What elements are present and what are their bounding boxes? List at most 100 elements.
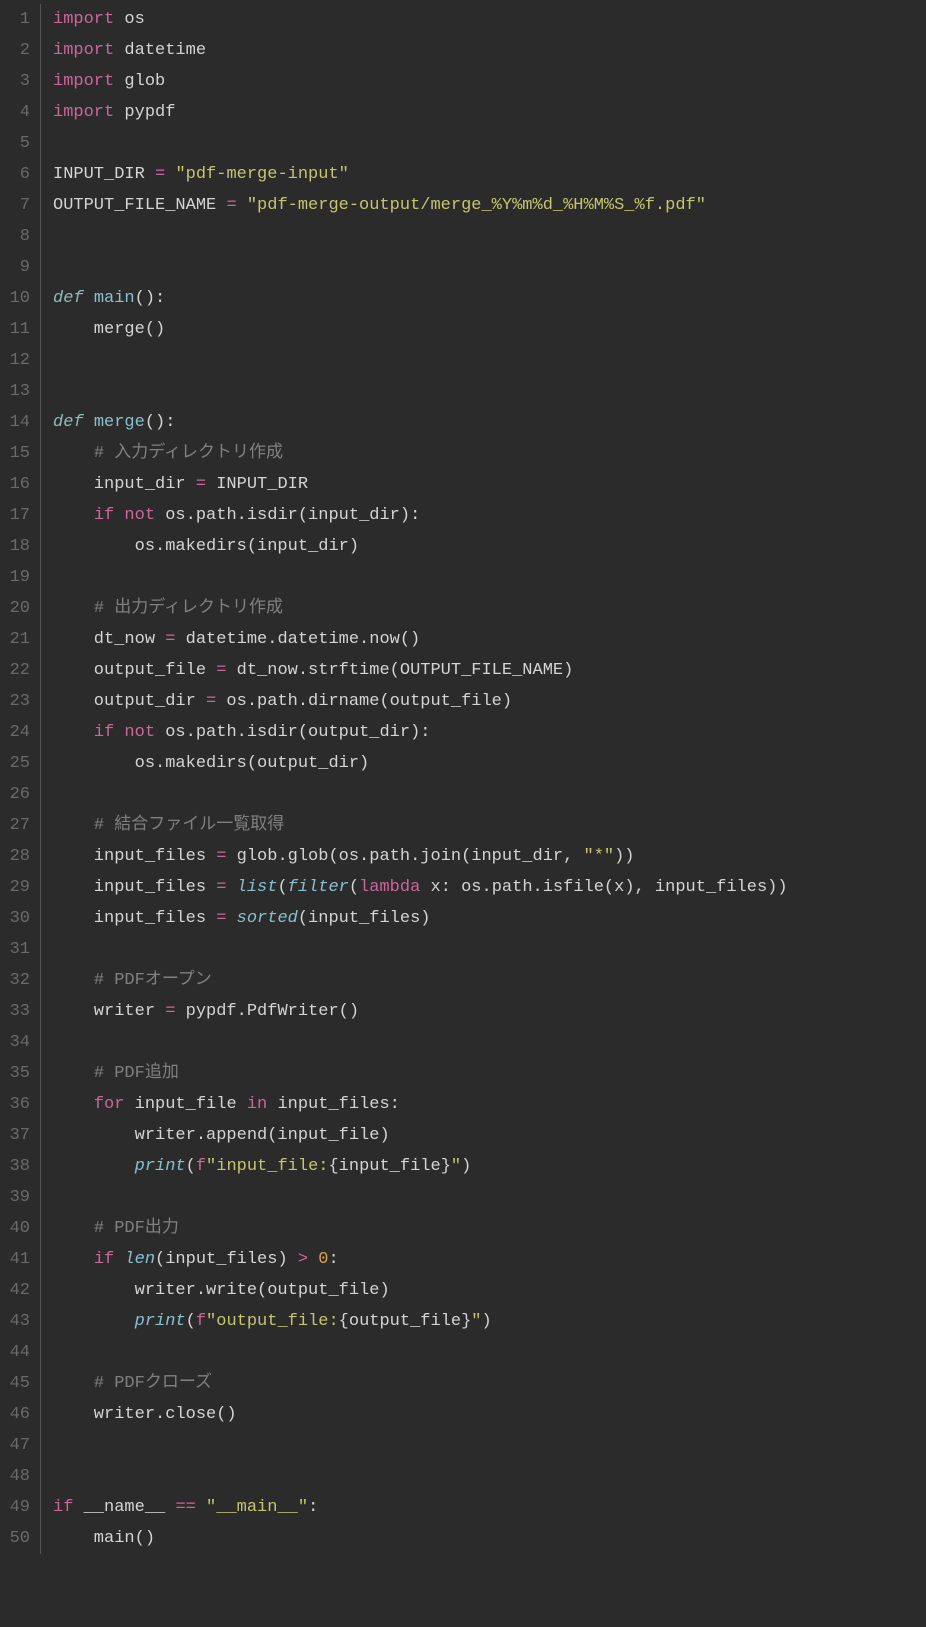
line-number: 17 bbox=[0, 500, 30, 531]
code-line[interactable]: if len(input_files) > 0: bbox=[53, 1244, 926, 1275]
code-line[interactable]: # 結合ファイル一覧取得 bbox=[53, 810, 926, 841]
token-op: = bbox=[196, 475, 206, 494]
token-id bbox=[226, 909, 236, 928]
token-def: def bbox=[53, 413, 84, 432]
token-punct: (): bbox=[145, 413, 176, 432]
token-cmt: # PDFクローズ bbox=[94, 1374, 212, 1393]
token-id bbox=[114, 1250, 124, 1269]
token-op: = bbox=[216, 847, 226, 866]
code-line[interactable]: input_files = sorted(input_files) bbox=[53, 903, 926, 934]
code-line[interactable]: # PDFオープン bbox=[53, 965, 926, 996]
line-number: 21 bbox=[0, 624, 30, 655]
token-id bbox=[53, 506, 94, 525]
code-line[interactable]: def merge(): bbox=[53, 407, 926, 438]
code-line[interactable]: # PDFクローズ bbox=[53, 1368, 926, 1399]
code-editor[interactable]: 1234567891011121314151617181920212223242… bbox=[0, 0, 926, 1558]
code-line[interactable]: # 入力ディレクトリ作成 bbox=[53, 438, 926, 469]
token-id: ) bbox=[461, 1157, 471, 1176]
line-number: 15 bbox=[0, 438, 30, 469]
code-line[interactable]: writer.write(output_file) bbox=[53, 1275, 926, 1306]
code-line[interactable]: if __name__ == "__main__": bbox=[53, 1492, 926, 1523]
code-line[interactable] bbox=[53, 562, 926, 593]
code-line[interactable]: writer = pypdf.PdfWriter() bbox=[53, 996, 926, 1027]
code-line[interactable] bbox=[53, 1461, 926, 1492]
code-line[interactable]: def main(): bbox=[53, 283, 926, 314]
token-id bbox=[237, 196, 247, 215]
line-number: 45 bbox=[0, 1368, 30, 1399]
token-id bbox=[53, 1250, 94, 1269]
token-id bbox=[53, 723, 94, 742]
token-id bbox=[196, 1498, 206, 1517]
line-number: 7 bbox=[0, 190, 30, 221]
token-kw: if bbox=[94, 723, 114, 742]
code-line[interactable]: print(f"input_file:{input_file}") bbox=[53, 1151, 926, 1182]
code-line[interactable]: input_files = list(filter(lambda x: os.p… bbox=[53, 872, 926, 903]
code-content[interactable]: import osimport datetimeimport globimpor… bbox=[53, 4, 926, 1554]
code-line[interactable]: import datetime bbox=[53, 35, 926, 66]
code-line[interactable] bbox=[53, 128, 926, 159]
code-line[interactable] bbox=[53, 1430, 926, 1461]
code-line[interactable] bbox=[53, 1182, 926, 1213]
code-line[interactable]: # 出力ディレクトリ作成 bbox=[53, 593, 926, 624]
code-line[interactable] bbox=[53, 252, 926, 283]
code-line[interactable]: for input_file in input_files: bbox=[53, 1089, 926, 1120]
code-line[interactable]: # PDF追加 bbox=[53, 1058, 926, 1089]
code-line[interactable] bbox=[53, 1337, 926, 1368]
token-punct: } bbox=[461, 1312, 471, 1331]
line-number: 24 bbox=[0, 717, 30, 748]
token-op: = bbox=[165, 1002, 175, 1021]
code-line[interactable]: dt_now = datetime.datetime.now() bbox=[53, 624, 926, 655]
token-num: 0 bbox=[318, 1250, 328, 1269]
code-line[interactable]: writer.append(input_file) bbox=[53, 1120, 926, 1151]
token-id: input_file bbox=[339, 1157, 441, 1176]
token-kw: lambda bbox=[359, 878, 420, 897]
code-line[interactable]: import glob bbox=[53, 66, 926, 97]
token-id: INPUT_DIR bbox=[53, 165, 155, 184]
code-line[interactable]: input_files = glob.glob(os.path.join(inp… bbox=[53, 841, 926, 872]
code-line[interactable] bbox=[53, 376, 926, 407]
token-kw: f bbox=[196, 1312, 206, 1331]
code-line[interactable]: merge() bbox=[53, 314, 926, 345]
token-fn: merge bbox=[94, 413, 145, 432]
code-line[interactable]: main() bbox=[53, 1523, 926, 1554]
code-line[interactable]: INPUT_DIR = "pdf-merge-input" bbox=[53, 159, 926, 190]
code-line[interactable]: OUTPUT_FILE_NAME = "pdf-merge-output/mer… bbox=[53, 190, 926, 221]
code-line[interactable] bbox=[53, 934, 926, 965]
code-line[interactable]: output_dir = os.path.dirname(output_file… bbox=[53, 686, 926, 717]
line-number: 20 bbox=[0, 593, 30, 624]
line-number: 42 bbox=[0, 1275, 30, 1306]
token-id: main() bbox=[53, 1529, 155, 1548]
code-line[interactable]: input_dir = INPUT_DIR bbox=[53, 469, 926, 500]
code-line[interactable]: print(f"output_file:{output_file}") bbox=[53, 1306, 926, 1337]
code-line[interactable] bbox=[53, 345, 926, 376]
code-line[interactable]: import os bbox=[53, 4, 926, 35]
line-number: 1 bbox=[0, 4, 30, 35]
code-line[interactable]: if not os.path.isdir(output_dir): bbox=[53, 717, 926, 748]
line-number: 4 bbox=[0, 97, 30, 128]
token-builtin: len bbox=[124, 1250, 155, 1269]
code-line[interactable]: writer.close() bbox=[53, 1399, 926, 1430]
line-number: 25 bbox=[0, 748, 30, 779]
token-op: > bbox=[298, 1250, 308, 1269]
code-line[interactable]: os.makedirs(input_dir) bbox=[53, 531, 926, 562]
code-line[interactable] bbox=[53, 779, 926, 810]
token-id: INPUT_DIR bbox=[206, 475, 308, 494]
token-id: ( bbox=[186, 1312, 196, 1331]
token-op: = bbox=[155, 165, 165, 184]
code-line[interactable]: if not os.path.isdir(input_dir): bbox=[53, 500, 926, 531]
code-line[interactable]: output_file = dt_now.strftime(OUTPUT_FIL… bbox=[53, 655, 926, 686]
code-line[interactable]: import pypdf bbox=[53, 97, 926, 128]
code-line[interactable]: # PDF出力 bbox=[53, 1213, 926, 1244]
token-builtin: filter bbox=[288, 878, 349, 897]
token-id: os.path.isdir(output_dir): bbox=[155, 723, 430, 742]
token-str: "output_file: bbox=[206, 1312, 339, 1331]
code-line[interactable] bbox=[53, 221, 926, 252]
token-kw: import bbox=[53, 10, 114, 29]
token-builtin: print bbox=[135, 1312, 186, 1331]
code-line[interactable]: os.makedirs(output_dir) bbox=[53, 748, 926, 779]
code-line[interactable] bbox=[53, 1027, 926, 1058]
token-id: glob.glob(os.path.join(input_dir, bbox=[226, 847, 583, 866]
token-id bbox=[84, 289, 94, 308]
line-number: 28 bbox=[0, 841, 30, 872]
token-str: "*" bbox=[584, 847, 615, 866]
